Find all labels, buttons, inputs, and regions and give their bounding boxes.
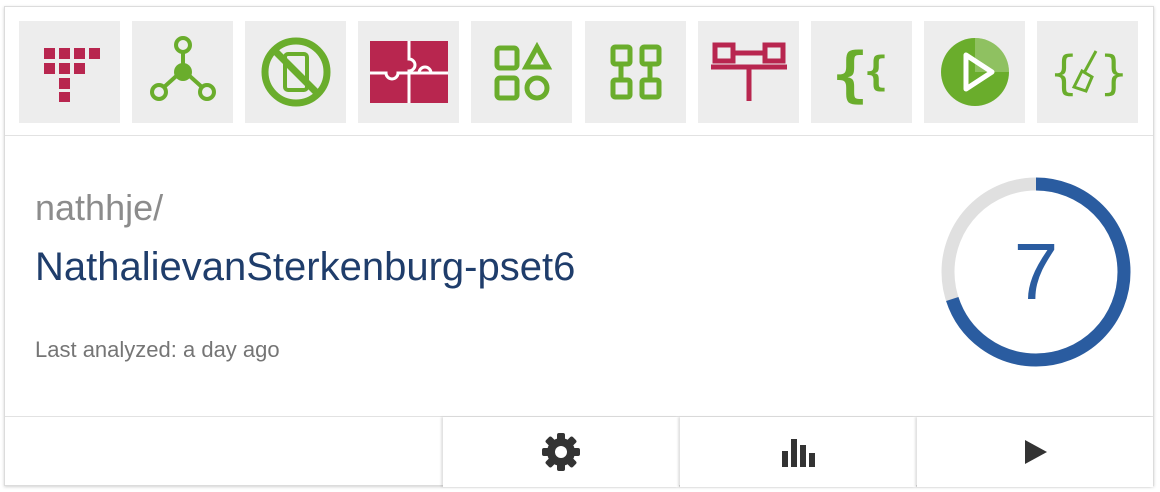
svg-text:{: {	[832, 40, 868, 107]
check-icons-row: { { { }	[5, 7, 1153, 136]
code-cleanup-icon: { }	[1050, 46, 1126, 100]
card-footer	[5, 416, 1153, 487]
check-tile-2[interactable]	[132, 21, 233, 123]
check-tile-10[interactable]: { }	[1037, 21, 1138, 123]
play-circle-icon	[940, 38, 1009, 106]
gear-icon	[542, 433, 580, 471]
last-analyzed-text: Last analyzed: a day ago	[35, 337, 280, 362]
repo-owner[interactable]: nathhje/	[35, 187, 163, 229]
svg-text:}: }	[1100, 46, 1126, 100]
repo-name[interactable]: NathalievanSterkenburg-pset6	[35, 245, 575, 290]
network-graph-icon	[149, 36, 216, 101]
run-button[interactable]	[917, 417, 1153, 487]
score-value: 7	[1013, 227, 1059, 316]
stats-button[interactable]	[680, 417, 916, 487]
curly-braces-icon: { {	[832, 40, 888, 107]
check-tile-4[interactable]	[358, 21, 459, 123]
svg-text:{: {	[864, 49, 888, 95]
bar-chart-icon	[782, 439, 815, 467]
puzzle-icon	[369, 41, 448, 103]
check-tile-9[interactable]	[924, 21, 1025, 123]
shapes-grid-icon	[494, 42, 552, 101]
hierarchy-icon	[710, 42, 787, 101]
check-tile-8[interactable]: { {	[811, 21, 912, 123]
no-mobile-icon	[261, 37, 330, 107]
check-tile-1[interactable]	[19, 21, 120, 123]
repository-card: { { { } nathhje/ NathalievanSterkenburg-…	[4, 6, 1154, 487]
check-tile-6[interactable]	[585, 21, 686, 123]
modules-icon	[610, 44, 661, 100]
check-tile-7[interactable]	[698, 21, 799, 123]
score-gauge[interactable]: 7	[937, 173, 1135, 371]
settings-button[interactable]	[443, 417, 679, 487]
play-icon	[1025, 440, 1047, 464]
check-tile-3[interactable]	[245, 21, 346, 123]
svg-text:{: {	[1050, 46, 1078, 100]
check-tile-5[interactable]	[471, 21, 572, 123]
triangle-dots-icon	[43, 48, 100, 102]
